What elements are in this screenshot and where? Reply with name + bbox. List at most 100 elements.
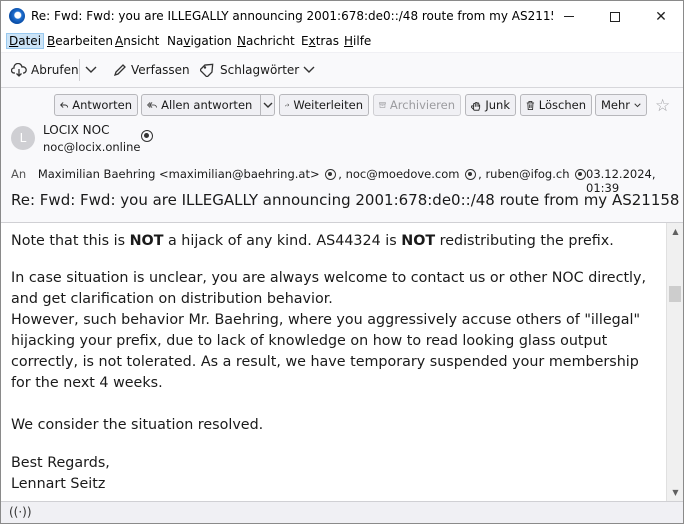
junk-label: Junk	[485, 98, 510, 112]
junk-button[interactable]: Junk	[465, 94, 516, 116]
forward-icon	[285, 103, 290, 107]
archive-button[interactable]: Archivieren	[373, 94, 461, 116]
window-title: Re: Fwd: Fwd: you are ILLEGALLY announci…	[31, 9, 553, 23]
scroll-down-icon[interactable]: ▼	[667, 484, 683, 501]
tags-label: Schlagwörter	[220, 63, 300, 77]
menu-view[interactable]: Ansicht	[115, 34, 159, 48]
menu-bar: Datei Bearbeiten Ansicht Navigation Nach…	[1, 32, 683, 52]
message-header: Antworten Allen antworten Weiterleiten A…	[1, 88, 683, 223]
menu-help[interactable]: Hilfe	[344, 34, 371, 48]
menu-file-key: D	[9, 34, 19, 48]
scroll-up-icon[interactable]: ▲	[667, 223, 683, 240]
recipient[interactable]: Maximilian Baehring <maximilian@baehring…	[38, 167, 320, 181]
toolbar-separator	[79, 59, 80, 81]
forward-label: Weiterleiten	[293, 98, 363, 112]
menu-extras[interactable]: Extras	[301, 34, 339, 48]
archive-label: Archivieren	[389, 98, 455, 112]
body-paragraph: Best Regards,	[11, 455, 110, 471]
menu-help-post: ilfe	[353, 34, 372, 48]
star-icon[interactable]: ☆	[655, 96, 670, 116]
junk-icon	[471, 101, 481, 111]
reply-all-dropdown[interactable]	[260, 95, 274, 115]
delete-label: Löschen	[538, 98, 586, 112]
menu-edit-post: earbeiten	[55, 34, 113, 48]
more-button[interactable]: Mehr	[595, 94, 647, 116]
menu-help-key: H	[344, 34, 354, 48]
tags-button[interactable]: Schlagwörter	[200, 60, 315, 80]
contact-icon[interactable]	[325, 169, 337, 180]
more-label: Mehr	[601, 98, 631, 112]
to-label: An	[11, 167, 27, 181]
menu-extras-pre: E	[301, 34, 309, 48]
chevron-down-icon	[634, 102, 641, 107]
body-text: a hijack of any kind. AS44324 is	[163, 233, 402, 249]
sender-name[interactable]: LOCIX NOC	[43, 123, 109, 137]
minimize-icon	[564, 16, 574, 17]
cloud-download-icon	[11, 63, 27, 77]
get-messages-label: Abrufen	[31, 63, 79, 77]
tag-icon	[200, 63, 214, 77]
recipient[interactable]: noc@moedove.com	[346, 167, 460, 181]
close-button[interactable]: ✕	[638, 1, 683, 32]
compose-button[interactable]: Verfassen	[113, 60, 190, 80]
menu-message-post: achricht	[245, 34, 295, 48]
body-scrollbar[interactable]: ▲ ▼	[666, 223, 683, 501]
body-text: redistributing the prefix.	[435, 233, 614, 249]
main-toolbar: Abrufen Verfassen Schlagwörter	[1, 53, 683, 88]
trash-icon	[526, 100, 535, 110]
maximize-icon	[610, 11, 620, 22]
contact-icon[interactable]	[575, 169, 587, 180]
close-icon: ✕	[655, 8, 667, 25]
menu-file[interactable]: Datei	[5, 33, 45, 49]
status-bar: ((·))	[1, 501, 683, 523]
menu-extras-post: tras	[315, 34, 339, 48]
body-paragraph: We consider the situation resolved.	[11, 417, 264, 433]
body-paragraph: In case situation is unclear, you are al…	[11, 270, 647, 307]
add-contact-icon[interactable]	[141, 130, 153, 142]
body-paragraph: Note that this is NOT a hijack of any ki…	[11, 231, 661, 252]
reply-label: Antworten	[72, 98, 132, 112]
menu-navigation[interactable]: Navigation	[167, 34, 232, 48]
menu-navigation-pre: Na	[167, 34, 184, 48]
archive-icon	[379, 102, 386, 108]
get-messages-menu-button[interactable]	[85, 60, 97, 80]
forward-button[interactable]: Weiterleiten	[279, 94, 369, 116]
menu-message-key: N	[237, 34, 246, 48]
reply-all-button[interactable]: Allen antworten	[141, 94, 275, 116]
menu-edit-key: B	[47, 34, 56, 48]
body-emphasis: NOT	[129, 233, 164, 249]
title-bar: Re: Fwd: Fwd: you are ILLEGALLY announci…	[1, 1, 683, 32]
compose-label: Verfassen	[131, 63, 190, 77]
message-subject: Re: Fwd: Fwd: you are ILLEGALLY announci…	[11, 191, 680, 209]
message-body: Note that this is NOT a hijack of any ki…	[1, 223, 666, 501]
body-text: Note that this is	[11, 233, 130, 249]
minimize-button[interactable]	[546, 1, 592, 32]
online-status-icon[interactable]: ((·))	[9, 505, 32, 519]
reply-all-label: Allen antworten	[161, 98, 253, 112]
thunderbird-icon	[9, 8, 25, 24]
menu-extras-key: x	[308, 34, 316, 48]
menu-file-post: atei	[18, 34, 42, 48]
menu-message[interactable]: Nachricht	[237, 34, 295, 48]
menu-view-post: nsicht	[123, 34, 160, 48]
sender-email[interactable]: noc@locix.online	[43, 140, 140, 154]
reply-button[interactable]: Antworten	[54, 94, 138, 116]
chevron-down-icon	[85, 66, 97, 73]
recipients-row: An Maximilian Baehring <maximilian@baehr…	[11, 167, 588, 181]
delete-button[interactable]: Löschen	[520, 94, 592, 116]
chevron-down-icon	[263, 102, 273, 108]
contact-icon[interactable]	[465, 169, 477, 180]
sender-avatar: L	[11, 126, 35, 150]
maximize-button[interactable]	[592, 1, 638, 32]
chevron-down-icon	[303, 66, 315, 73]
get-messages-button[interactable]: Abrufen	[11, 60, 79, 80]
body-paragraph: However, such behavior Mr. Baehring, whe…	[11, 312, 641, 391]
reply-icon	[60, 102, 69, 108]
reply-all-icon	[147, 102, 157, 108]
menu-edit[interactable]: Bearbeiten	[47, 34, 113, 48]
recipient[interactable]: ruben@ifog.ch	[485, 167, 569, 181]
mail-window: Re: Fwd: Fwd: you are ILLEGALLY announci…	[0, 0, 684, 524]
scroll-thumb[interactable]	[669, 286, 681, 302]
menu-navigation-post: igation	[190, 34, 232, 48]
body-paragraph: Lennart Seitz	[11, 476, 106, 492]
